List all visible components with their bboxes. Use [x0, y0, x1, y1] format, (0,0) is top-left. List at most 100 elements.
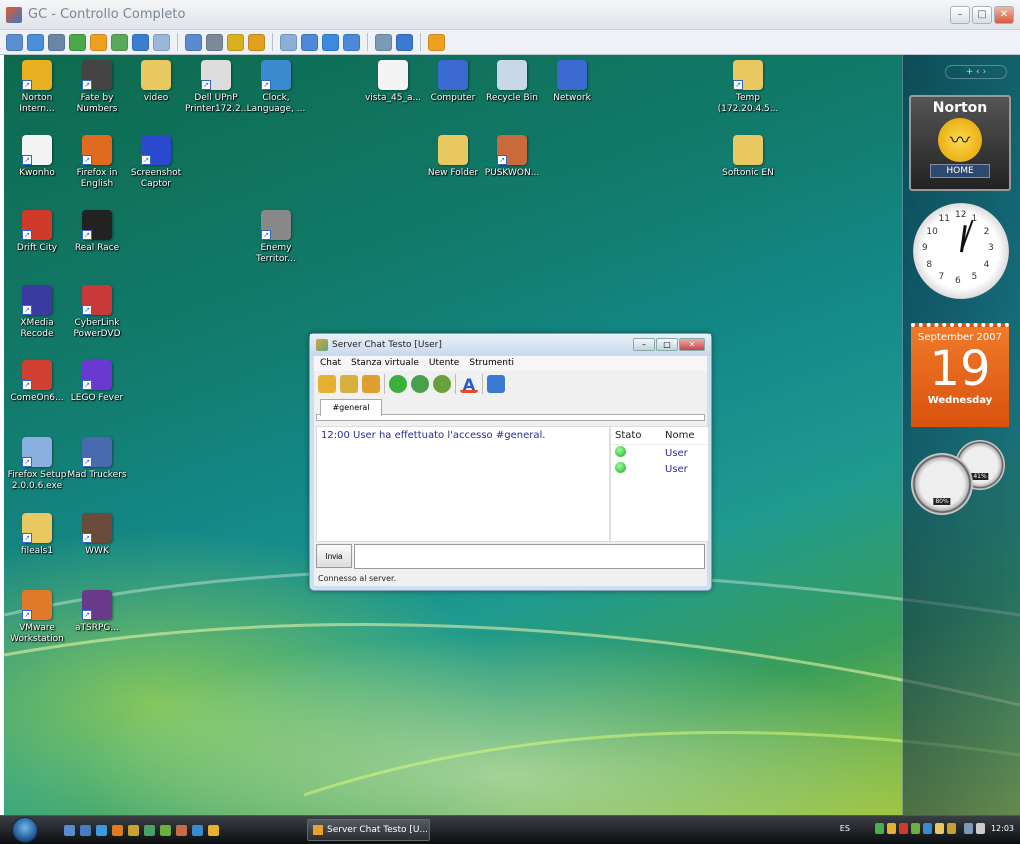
tools-icon[interactable] — [396, 33, 413, 51]
desktop-icon-dell-printer[interactable]: ↗ Dell UPnP Printer172.2... — [185, 60, 249, 115]
desktop-icon-clock-language[interactable]: ↗ Clock, Language, ... — [245, 60, 307, 115]
desktop-icon-lego-fever[interactable]: ↗ LEGO Fever — [66, 360, 128, 404]
message-input[interactable] — [354, 544, 705, 569]
minimize-button[interactable]: – — [950, 6, 970, 24]
maximize-button[interactable]: □ — [972, 6, 992, 24]
user-row[interactable]: User — [611, 445, 708, 461]
desktop-icon-vmware[interactable]: ↗ VMware Workstation — [6, 590, 68, 645]
desktop-icon-temp[interactable]: ↗ Temp (172.20.4.5... — [717, 60, 779, 115]
fit-icon[interactable] — [301, 33, 318, 51]
norton-home-button[interactable]: HOME — [930, 164, 990, 178]
scale-icon[interactable] — [343, 33, 360, 51]
desktop-icon-puskwon[interactable]: ↗ PUSKWON... — [481, 135, 543, 179]
ignore-user-icon[interactable] — [433, 375, 451, 393]
screen-icon[interactable] — [27, 33, 44, 51]
desktop-icon-real-race[interactable]: ↗ Real Race — [66, 210, 128, 254]
tray-icon[interactable] — [934, 823, 944, 834]
volume-icon[interactable] — [975, 823, 985, 834]
desktop-icon-mad-truckers[interactable]: ↗ Mad Truckers — [66, 437, 128, 481]
desktop-icon-archive[interactable]: ↗ aTSRPG... — [66, 590, 128, 634]
switch-windows-icon[interactable] — [80, 824, 91, 836]
close-session-icon[interactable] — [428, 33, 445, 51]
desktop-icon-network[interactable]: Network — [541, 60, 603, 104]
firefox-icon[interactable] — [112, 824, 123, 836]
desktop-icon-screenshot-captor[interactable]: ↗ Screenshot Captor — [125, 135, 187, 190]
language-indicator[interactable]: ES — [840, 824, 850, 833]
desktop-icon-recycle-bin[interactable]: Recycle Bin — [481, 60, 543, 104]
message-icon[interactable] — [90, 33, 107, 51]
settings-tools-icon[interactable] — [487, 375, 505, 393]
app-icon[interactable] — [128, 824, 139, 836]
menu-utente[interactable]: Utente — [429, 358, 459, 369]
font-icon[interactable]: A — [460, 375, 478, 394]
desktop-icon-firefox[interactable]: ↗ Firefox in English — [66, 135, 128, 190]
send-button[interactable]: Invia — [316, 544, 352, 568]
private-message-icon[interactable] — [411, 375, 429, 393]
show-desktop-icon[interactable] — [64, 824, 75, 836]
desktop-icon-computer[interactable]: Computer — [422, 60, 484, 104]
desktop-icon-enemy-territory[interactable]: ↗ Enemy Territor... — [245, 210, 307, 265]
close-button[interactable]: ✕ — [994, 6, 1014, 24]
tray-icon[interactable] — [886, 823, 896, 834]
tray-icon[interactable] — [946, 823, 956, 834]
menu-stanza-virtuale[interactable]: Stanza virtuale — [351, 358, 419, 369]
desktop-icon-fileals1[interactable]: ↗ fileals1 — [6, 513, 68, 557]
name-column-header[interactable]: Nome — [665, 430, 695, 441]
calendar-gadget[interactable]: September 2007 19 Wednesday — [911, 323, 1009, 427]
desktop-icon-norton[interactable]: ↗ Norton Intern... — [6, 60, 68, 115]
sidebar-controls[interactable]: + ‹ › — [945, 65, 1007, 79]
app-icon[interactable] — [208, 824, 219, 836]
menu-chat[interactable]: Chat — [320, 358, 341, 369]
desktop-icon-powerdvd[interactable]: ↗ CyberLink PowerDVD — [66, 285, 128, 340]
app-icon[interactable] — [176, 824, 187, 836]
copy-icon[interactable] — [375, 33, 392, 51]
desktop-icon-kwonho[interactable]: ↗ Kwonho — [6, 135, 68, 179]
chat-minimize-button[interactable]: – — [633, 338, 655, 351]
desktop-icon-xmedia-recode[interactable]: ↗ XMedia Recode — [6, 285, 68, 340]
unlock-icon[interactable] — [248, 33, 265, 51]
terminal-icon[interactable] — [48, 33, 65, 51]
chat-icon[interactable] — [111, 33, 128, 51]
app-icon[interactable] — [160, 824, 171, 836]
desktop-icon-vista-file[interactable]: vista_45_a... — [362, 60, 424, 104]
lock-icon[interactable] — [227, 33, 244, 51]
transfer-icon[interactable] — [69, 33, 86, 51]
room-users-icon[interactable] — [340, 375, 358, 393]
upload-icon[interactable] — [185, 33, 202, 51]
join-room-icon[interactable] — [318, 375, 336, 393]
menu-strumenti[interactable]: Strumenti — [469, 358, 514, 369]
tray-icon[interactable] — [922, 823, 932, 834]
remote-desktop[interactable]: ↗ Norton Intern... ↗ Fate by Numbers video ↗ D… — [4, 55, 1020, 815]
chat-close-button[interactable]: ✕ — [679, 338, 705, 351]
phone-icon[interactable] — [132, 33, 149, 51]
status-column-header[interactable]: Stato — [615, 430, 665, 441]
desktop-icon-fate-by-numbers[interactable]: ↗ Fate by Numbers — [66, 60, 128, 115]
start-button[interactable] — [12, 817, 38, 843]
ie-icon[interactable] — [96, 824, 107, 836]
app-icon[interactable] — [144, 824, 155, 836]
monitor-icon[interactable] — [6, 33, 23, 51]
tray-icon[interactable] — [910, 823, 920, 834]
user-info-icon[interactable] — [389, 375, 407, 393]
chat-maximize-button[interactable]: □ — [656, 338, 678, 351]
app-icon[interactable] — [192, 824, 203, 836]
network-icon[interactable] — [206, 33, 223, 51]
desktop-icon-comeon[interactable]: ↗ ComeOn6... — [6, 360, 68, 404]
desktop-icon-video[interactable]: video — [125, 60, 187, 104]
network-icon[interactable] — [963, 823, 973, 834]
tray-icon[interactable] — [874, 823, 884, 834]
desktop-icon-wwk[interactable]: ↗ WWK — [66, 513, 128, 557]
balloon-icon[interactable] — [153, 33, 170, 51]
desktop-icon-firefox-setup[interactable]: ↗ Firefox Setup 2.0.0.6.exe — [6, 437, 68, 492]
clock-time[interactable]: 12:03 — [991, 824, 1014, 833]
norton-gadget[interactable]: Norton 〰 HOME — [909, 95, 1011, 191]
window-icon[interactable] — [280, 33, 297, 51]
desktop-icon-softonic[interactable]: Softonic EN — [717, 135, 779, 179]
tray-icon[interactable] — [898, 823, 908, 834]
user-row[interactable]: User — [611, 461, 708, 477]
taskbar-item-chat[interactable]: Server Chat Testo [U... — [307, 819, 430, 841]
leave-room-icon[interactable] — [362, 375, 380, 393]
desktop-icon-new-folder[interactable]: New Folder — [422, 135, 484, 179]
chat-window[interactable]: Server Chat Testo [User] – □ ✕ Chat Stan… — [309, 333, 712, 591]
fullscreen-icon[interactable] — [322, 33, 339, 51]
